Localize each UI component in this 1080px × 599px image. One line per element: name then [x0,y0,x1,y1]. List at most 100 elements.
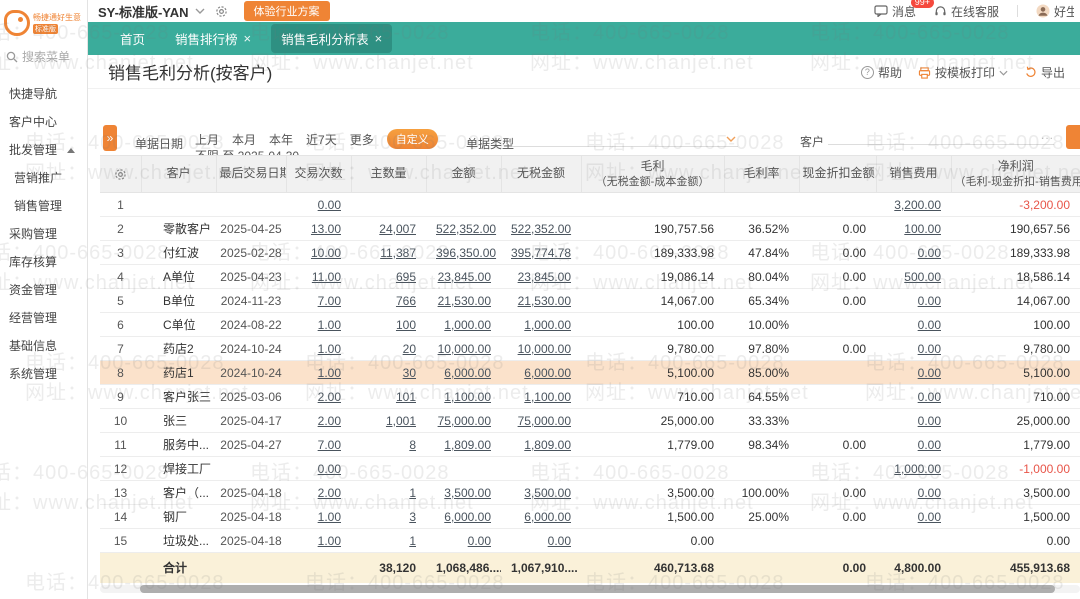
cell-link[interactable]: 7.00 [318,294,341,308]
tab-销售排行榜[interactable]: 销售排行榜× [165,24,261,53]
cell-link[interactable]: 0.00 [918,366,941,380]
sidebar-item-系统管理[interactable]: 系统管理 [0,360,87,388]
cell-link[interactable]: 0.00 [918,414,941,428]
cell-link[interactable]: 101 [396,390,416,404]
doc-type-select[interactable] [512,127,738,147]
search-input[interactable] [22,50,80,64]
customer-more-button[interactable]: ... [1041,128,1054,142]
cell-link[interactable]: 2.00 [318,390,341,404]
cell-link[interactable]: 10,000.00 [518,342,571,356]
sidebar-item-库存核算[interactable]: 库存核算 [0,248,87,276]
sidebar-subitem-营销推广[interactable]: 营销推广 [0,164,87,192]
cell-link[interactable]: 1.00 [318,342,341,356]
cell-link[interactable]: 30 [403,366,416,380]
cell-link[interactable]: 396,350.00 [436,246,496,260]
sidebar-item-资金管理[interactable]: 资金管理 [0,276,87,304]
gear-icon[interactable] [215,5,228,18]
date-option-custom[interactable]: 自定义 [387,129,438,149]
online-support-button[interactable]: 在线客服 [934,3,999,20]
cell-link[interactable]: 10.00 [311,246,341,260]
close-icon[interactable]: × [375,32,383,45]
cell-link[interactable]: 395,774.78 [511,246,571,260]
tab-首页[interactable]: 首页 [110,24,155,53]
customer-input[interactable]: ... [828,125,1054,145]
cell-link[interactable]: 1.00 [318,534,341,548]
cell-link[interactable]: 0.00 [318,198,341,212]
cell-link[interactable]: 1,000.00 [524,318,571,332]
column-settings-gear-icon[interactable] [100,156,141,193]
sidebar-item-批发管理[interactable]: 批发管理 [0,136,87,164]
date-option-近7天[interactable]: 近7天 [306,131,337,148]
cell-link[interactable]: 6,000.00 [444,510,491,524]
cell-link[interactable]: 1.00 [318,366,341,380]
sidebar-item-经营管理[interactable]: 经营管理 [0,304,87,332]
cell-link[interactable]: 20 [403,342,416,356]
cell-link[interactable]: 522,352.00 [436,222,496,236]
cell-link[interactable]: 0.00 [918,342,941,356]
date-option-本年[interactable]: 本年 [269,131,293,148]
cell-link[interactable]: 100.00 [904,222,941,236]
app-logo[interactable]: 畅捷通好生意 标准版 [0,0,87,42]
cell-link[interactable]: 0.00 [918,486,941,500]
cell-link[interactable]: 23,845.00 [518,270,571,284]
cell-link[interactable]: 1,809.00 [524,438,571,452]
cell-link[interactable]: 0.00 [918,246,941,260]
workspace-selector[interactable]: SY-标准版-YAN [98,2,205,21]
messages-button[interactable]: 消息 99+ [874,3,916,20]
cell-link[interactable]: 6,000.00 [444,366,491,380]
cell-link[interactable]: 1,001 [386,414,416,428]
export-button[interactable]: 导出 [1024,64,1065,81]
cell-link[interactable]: 13.00 [311,222,341,236]
scrollbar-thumb[interactable] [140,585,1055,593]
query-button-cut[interactable] [1066,125,1080,149]
cell-link[interactable]: 3,500.00 [444,486,491,500]
cell-link[interactable]: 11.00 [312,270,341,284]
print-by-template-button[interactable]: 按模板打印 [918,64,1008,81]
help-button[interactable]: ? 帮助 [861,64,902,81]
cell-link[interactable]: 100 [396,318,416,332]
cell-link[interactable]: 1.00 [318,510,341,524]
date-option-上月[interactable]: 上月 [195,131,219,148]
cell-link[interactable]: 1,100.00 [524,390,571,404]
tab-销售毛利分析表[interactable]: 销售毛利分析表× [271,24,392,53]
cell-link[interactable]: 23,845.00 [438,270,491,284]
cell-link[interactable]: 0.00 [548,534,571,548]
cell-link[interactable]: 766 [396,294,416,308]
cell-link[interactable]: 1 [409,534,416,548]
cell-link[interactable]: 0.00 [918,390,941,404]
sidebar-item-采购管理[interactable]: 采购管理 [0,220,87,248]
cell-link[interactable]: 500.00 [904,270,941,284]
cell-link[interactable]: 0.00 [918,510,941,524]
sidebar-subitem-销售管理[interactable]: 销售管理 [0,192,87,220]
date-option-更多[interactable]: 更多 [350,131,374,148]
chevron-down-icon[interactable] [195,8,205,14]
cell-link[interactable]: 1,000.00 [894,462,941,476]
cell-link[interactable]: 0.00 [318,462,341,476]
cell-link[interactable]: 1 [409,486,416,500]
close-icon[interactable]: × [244,32,252,45]
cell-link[interactable]: 21,530.00 [438,294,491,308]
cell-link[interactable]: 1,000.00 [444,318,491,332]
cell-link[interactable]: 1,809.00 [444,438,491,452]
cell-link[interactable]: 0.00 [918,294,941,308]
cell-link[interactable]: 522,352.00 [511,222,571,236]
collapse-filter-button[interactable]: » [103,125,117,151]
cell-link[interactable]: 7.00 [318,438,341,452]
cell-link[interactable]: 0.00 [918,318,941,332]
user-menu[interactable]: 好生 [1036,3,1074,20]
sidebar-item-客户中心[interactable]: 客户中心 [0,108,87,136]
cell-link[interactable]: 6,000.00 [524,366,571,380]
trial-industry-button[interactable]: 体验行业方案 [244,1,330,21]
cell-link[interactable]: 1,100.00 [444,390,491,404]
sidebar-item-快捷导航[interactable]: 快捷导航 [0,80,87,108]
cell-link[interactable]: 3,200.00 [894,198,941,212]
cell-link[interactable]: 8 [409,438,416,452]
cell-link[interactable]: 0.00 [468,534,491,548]
horizontal-scrollbar[interactable] [100,585,1080,593]
sidebar-item-基础信息[interactable]: 基础信息 [0,332,87,360]
cell-link[interactable]: 3 [409,510,416,524]
date-option-本月[interactable]: 本月 [232,131,256,148]
cell-link[interactable]: 2.00 [318,414,341,428]
cell-link[interactable]: 695 [396,270,416,284]
cell-link[interactable]: 10,000.00 [438,342,491,356]
